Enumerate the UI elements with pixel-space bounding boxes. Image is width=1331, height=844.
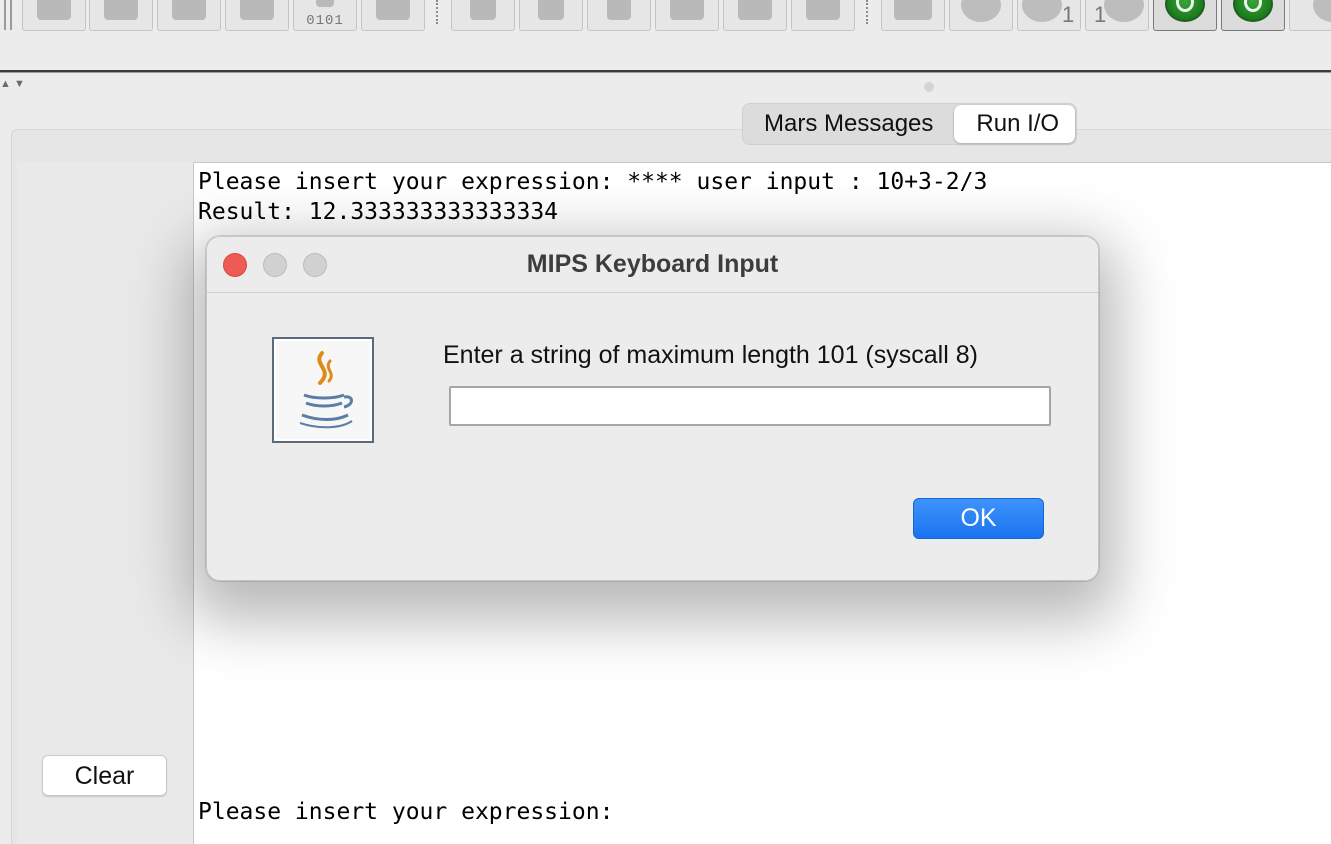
reset-button[interactable] <box>1289 0 1331 31</box>
dump-memory-label: 0101 <box>306 13 344 29</box>
dialog-title: MIPS Keyboard Input <box>526 250 779 278</box>
redo-button[interactable] <box>519 0 583 31</box>
toolbar-separator <box>866 0 871 24</box>
redo-icon <box>538 0 564 20</box>
save-icon <box>172 0 206 20</box>
reset-icon <box>1313 0 1331 22</box>
copy-button[interactable] <box>655 0 719 31</box>
assemble-icon <box>894 0 932 20</box>
new-file-icon <box>37 0 71 20</box>
pause-button[interactable] <box>1153 0 1217 31</box>
dialog-titlebar[interactable]: MIPS Keyboard Input <box>207 237 1098 293</box>
find-replace-button[interactable] <box>791 0 855 31</box>
console-line: Please insert your expression: **** user… <box>198 169 988 195</box>
open-file-button[interactable] <box>89 0 153 31</box>
open-file-icon <box>104 0 138 20</box>
console-line: Result: 12.333333333333334 <box>198 199 559 225</box>
find-replace-icon <box>806 0 840 20</box>
toolbar-grip[interactable] <box>4 0 8 30</box>
new-file-button[interactable] <box>22 0 86 31</box>
assemble-button[interactable] <box>881 0 945 31</box>
clear-button[interactable]: Clear <box>42 755 167 796</box>
print-button[interactable] <box>361 0 425 31</box>
save-as-icon <box>240 0 274 20</box>
java-logo-icon <box>272 337 374 443</box>
split-divider[interactable] <box>0 70 1331 73</box>
keyboard-input-dialog: MIPS Keyboard Input Enter a string of ma… <box>206 236 1099 581</box>
pause-icon <box>1165 0 1205 22</box>
step-icon <box>1021 0 1062 22</box>
cut-button[interactable] <box>587 0 651 31</box>
dialog-prompt: Enter a string of maximum length 101 (sy… <box>443 341 978 369</box>
split-handle[interactable] <box>924 82 934 92</box>
tab-mars-messages[interactable]: Mars Messages <box>743 105 954 143</box>
step-button[interactable]: 1 <box>1017 0 1081 31</box>
console-side-strip <box>17 162 193 844</box>
print-icon <box>376 0 410 20</box>
paste-icon <box>738 0 772 20</box>
run-button[interactable] <box>949 0 1013 31</box>
tab-run-io[interactable]: Run I/O <box>954 105 1076 143</box>
step-count-label: 1 <box>1062 2 1075 27</box>
undo-icon <box>470 0 496 20</box>
copy-icon <box>670 0 704 20</box>
console-line: Please insert your expression: <box>198 799 614 825</box>
save-as-button[interactable] <box>225 0 289 31</box>
backstep-icon <box>1104 0 1145 22</box>
toolbar: 0101 1 1 <box>0 0 1331 32</box>
toolbar-grip[interactable] <box>10 0 14 30</box>
cut-icon <box>607 0 631 20</box>
stop-button[interactable] <box>1221 0 1285 31</box>
message-tabs: Mars Messages Run I/O <box>742 103 1078 145</box>
split-collapse-arrows[interactable]: ▲ ▼ <box>0 79 25 90</box>
undo-button[interactable] <box>451 0 515 31</box>
paste-button[interactable] <box>723 0 787 31</box>
stop-icon <box>1233 0 1273 22</box>
dump-memory-icon <box>316 0 334 7</box>
save-button[interactable] <box>157 0 221 31</box>
ok-button[interactable]: OK <box>913 498 1044 539</box>
dump-memory-button[interactable]: 0101 <box>293 0 357 31</box>
backstep-button[interactable]: 1 <box>1085 0 1149 31</box>
editor-area <box>0 32 1331 71</box>
toolbar-separator <box>436 0 441 24</box>
backstep-count-label: 1 <box>1094 2 1107 27</box>
run-icon <box>961 0 1001 22</box>
string-input[interactable] <box>449 386 1051 426</box>
